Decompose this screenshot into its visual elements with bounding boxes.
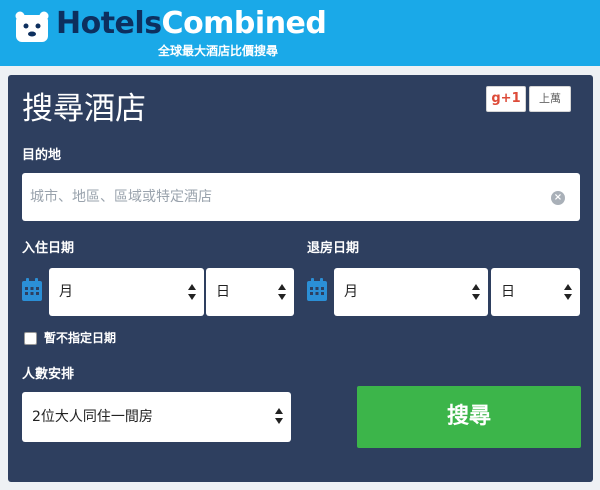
checkin-day-select[interactable]: 日 xyxy=(206,268,294,316)
bear-logo-icon[interactable] xyxy=(15,11,49,43)
search-button[interactable]: 搜尋 xyxy=(357,386,581,448)
guests-select[interactable]: 2位大人同住一間房 xyxy=(22,392,291,442)
calendar-icon[interactable] xyxy=(306,278,328,302)
checkout-label: 退房日期 xyxy=(307,241,360,256)
destination-label: 目的地 xyxy=(22,148,62,163)
checkin-day-value: 日 xyxy=(216,284,230,300)
site-header: HotelsCombined 全球最大酒店比價搜尋 xyxy=(0,0,600,66)
no-dates-checkbox[interactable] xyxy=(24,332,37,345)
select-arrows-icon xyxy=(188,284,196,300)
calendar-icon[interactable] xyxy=(21,278,43,302)
checkin-label: 入住日期 xyxy=(22,241,75,256)
checkin-month-value: 月 xyxy=(59,284,73,300)
select-arrows-icon xyxy=(275,408,283,424)
no-dates-label: 暫不指定日期 xyxy=(44,331,117,345)
logo-prefix: Hotels xyxy=(56,6,162,41)
checkout-month-value: 月 xyxy=(344,284,358,300)
logo-wordmark[interactable]: HotelsCombined xyxy=(56,6,327,41)
select-arrows-icon xyxy=(278,284,286,300)
checkout-day-value: 日 xyxy=(501,284,515,300)
tagline: 全球最大酒店比價搜尋 xyxy=(158,44,279,58)
checkout-day-select[interactable]: 日 xyxy=(491,268,580,316)
google-plus-button[interactable]: g+1 xyxy=(486,86,526,112)
hotel-search-panel: 搜尋酒店 g+1 上萬 目的地 × 入住日期 退房日期 月 日 月 日 xyxy=(8,75,593,482)
google-plus-count: 上萬 xyxy=(529,86,571,112)
checkout-month-select[interactable]: 月 xyxy=(334,268,488,316)
select-arrows-icon xyxy=(564,284,572,300)
logo-suffix: Combined xyxy=(161,6,327,41)
clear-icon[interactable]: × xyxy=(551,191,565,205)
destination-input[interactable] xyxy=(22,173,580,221)
checkin-month-select[interactable]: 月 xyxy=(49,268,204,316)
select-arrows-icon xyxy=(472,284,480,300)
guests-label: 人數安排 xyxy=(22,367,75,382)
page-title: 搜尋酒店 xyxy=(22,91,146,127)
guests-value: 2位大人同住一間房 xyxy=(32,409,153,425)
